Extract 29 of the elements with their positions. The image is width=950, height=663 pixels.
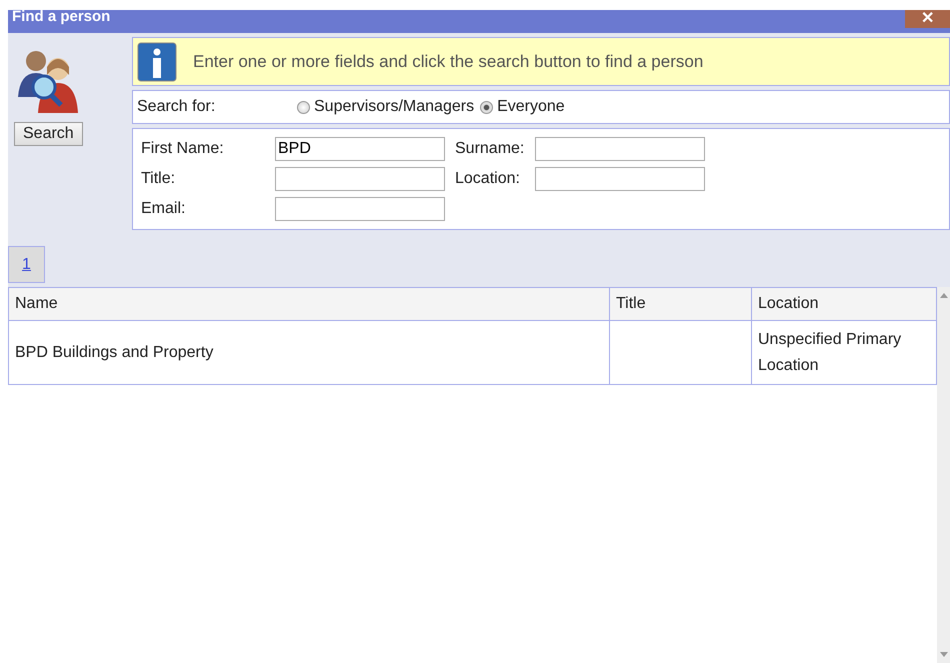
window-title: Find a person — [11, 8, 112, 25]
table-cell: Unspecified Primary Location — [758, 330, 902, 374]
field-label: Title: — [141, 170, 176, 188]
field-label: Surname: — [455, 140, 526, 158]
field-label: Email: — [141, 200, 186, 218]
column-header: Name — [8, 288, 610, 320]
text-field[interactable] — [275, 197, 445, 221]
search-for-label: Search for: — [137, 98, 216, 116]
radio-option[interactable]: Supervisors/Managers — [297, 98, 474, 116]
text-field[interactable] — [275, 167, 445, 191]
close-button[interactable]: ✕ — [905, 10, 950, 28]
down-arrow-icon[interactable] — [940, 652, 948, 657]
radio-icon[interactable] — [480, 100, 494, 114]
page-link[interactable]: 1 — [8, 246, 45, 283]
info-text: Enter one or more fields and click the search button to find a person — [193, 52, 704, 72]
table-cell: BPD Buildings and Property — [15, 344, 214, 360]
up-arrow-icon[interactable] — [940, 293, 948, 298]
text-field[interactable] — [535, 167, 705, 191]
text-field[interactable] — [535, 137, 705, 161]
search-button[interactable]: Search — [14, 122, 83, 146]
radio-option[interactable]: Everyone — [480, 98, 565, 116]
info-icon — [137, 42, 177, 82]
radio-icon[interactable] — [297, 100, 310, 114]
field-label: First Name: — [141, 140, 225, 158]
scrollbar[interactable] — [937, 287, 950, 663]
column-header: Location — [752, 288, 936, 320]
field-label: Location: — [455, 170, 521, 188]
text-field[interactable]: BPD — [275, 137, 445, 161]
column-header: Title — [610, 288, 752, 320]
